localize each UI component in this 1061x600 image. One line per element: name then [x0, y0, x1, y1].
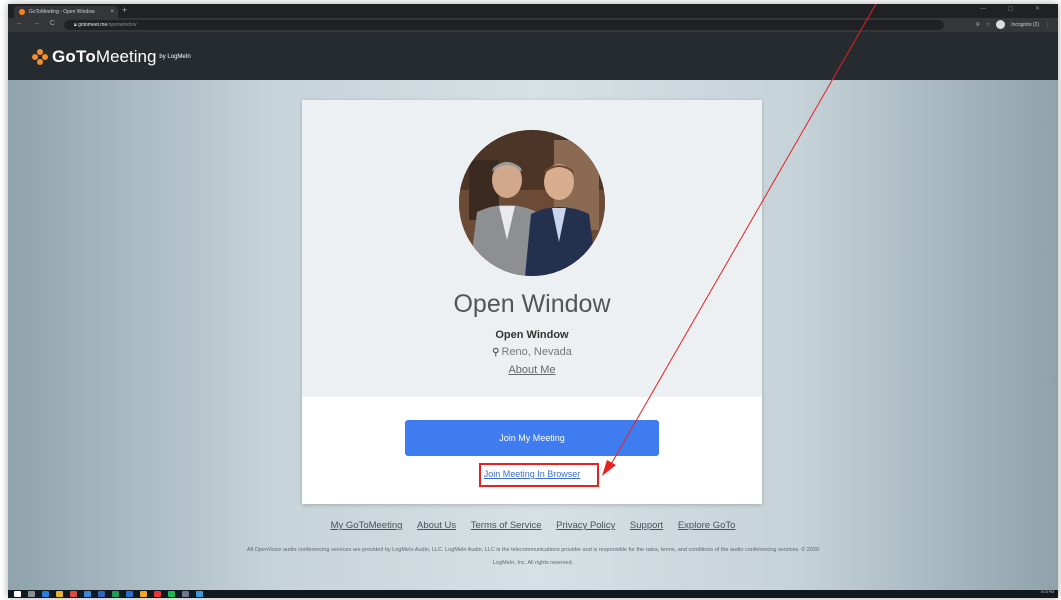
outlook-icon[interactable] [126, 591, 133, 597]
edge-icon[interactable] [42, 591, 49, 597]
windows-taskbar: 5:15 PM [8, 590, 1058, 598]
excel-icon[interactable] [112, 591, 119, 597]
taskbar-icons [14, 591, 203, 597]
taskbar-clock[interactable]: 5:15 PM [1041, 590, 1054, 594]
word-icon[interactable] [98, 591, 105, 597]
gotomeeting-taskbar-icon[interactable] [140, 591, 147, 597]
app-icon[interactable] [182, 591, 189, 597]
app-icon[interactable] [154, 591, 161, 597]
app-icon[interactable] [84, 591, 91, 597]
spotify-icon[interactable] [168, 591, 175, 597]
clock-time: 5:15 PM [1040, 590, 1054, 594]
file-explorer-icon[interactable] [56, 591, 63, 597]
annotation-arrow [602, 4, 877, 476]
app-icon[interactable] [196, 591, 203, 597]
screenshot-frame: GoToMeeting - Open Window × + — ▢ ✕ ← → … [8, 4, 1058, 598]
start-icon[interactable] [14, 591, 21, 597]
task-view-icon[interactable] [28, 591, 35, 597]
chrome-icon[interactable] [70, 591, 77, 597]
